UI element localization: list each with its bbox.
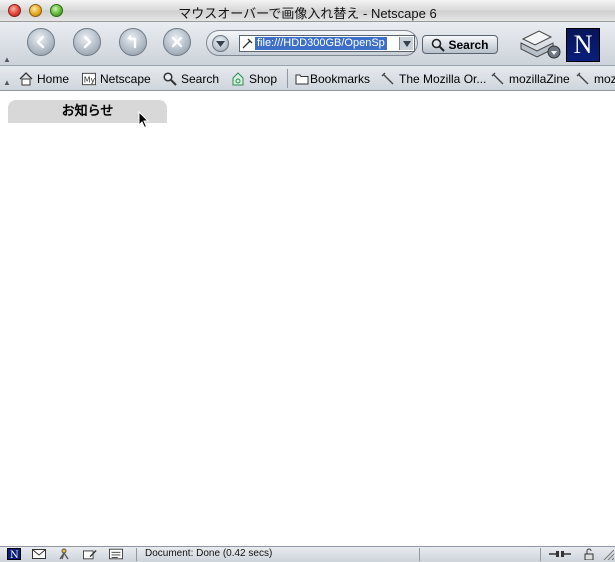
stop-button[interactable]: [163, 28, 191, 56]
instant-messenger-icon[interactable]: [57, 548, 71, 560]
svg-text:N: N: [10, 550, 19, 560]
search-icon: [163, 71, 177, 86]
bookmark-icon: [381, 72, 395, 86]
page-content: お知らせ: [0, 91, 615, 546]
personal-item-label: The Mozilla Or...: [399, 71, 487, 86]
reload-icon: [127, 35, 137, 49]
mail-icon[interactable]: [32, 548, 46, 560]
personal-item-shop[interactable]: Shop: [231, 70, 277, 87]
reload-button[interactable]: [119, 28, 147, 56]
personal-item-label: Home: [37, 71, 70, 86]
personal-toolbar: ▲ Home My Netscape Search Shop Bookmarks: [0, 66, 615, 91]
svg-text:My: My: [84, 75, 96, 84]
personal-item-label: Search: [181, 71, 220, 86]
netscape-logo[interactable]: N: [566, 28, 600, 62]
toolbar-grip-icon[interactable]: ▲: [3, 79, 11, 87]
search-button-label: Search: [448, 37, 489, 52]
search-button[interactable]: Search: [422, 35, 498, 54]
page-link-icon: [242, 38, 253, 49]
personal-item-label: mozillaZine: [509, 71, 570, 86]
mouse-cursor-icon: [138, 111, 150, 129]
window-title: マウスオーバーで画像入れ替え - Netscape 6: [178, 6, 437, 21]
netscape-n-icon[interactable]: N: [7, 548, 21, 560]
composer-icon[interactable]: [83, 548, 97, 560]
personal-item-mozilla-org[interactable]: The Mozilla Or...: [381, 70, 486, 87]
status-text: Document: Done (0.42 secs): [145, 548, 273, 559]
url-dropdown-button[interactable]: [399, 37, 413, 50]
personal-item-overflow[interactable]: moz: [576, 70, 615, 87]
shop-icon: [231, 71, 245, 86]
my-netscape-icon: My: [82, 72, 96, 86]
forward-button[interactable]: [73, 28, 101, 56]
personal-item-mozillazine[interactable]: mozillaZine: [491, 70, 570, 87]
status-bar: N Document: Done (0.42 secs): [0, 546, 615, 562]
title-bar: マウスオーバーで画像入れ替え - Netscape 6: [0, 0, 615, 22]
url-bar: file:///HDD300GB/OpenSp: [206, 30, 418, 56]
url-value: file:///HDD300GB/OpenSp: [255, 37, 387, 50]
stop-icon: [171, 36, 183, 48]
navigation-toolbar: ▲ file:///HDD300GB/OpenSp Search N: [0, 22, 615, 66]
status-divider: [540, 548, 541, 561]
personal-item-label: Bookmarks: [310, 71, 371, 86]
chevron-down-icon: [402, 40, 411, 47]
personal-item-netscape[interactable]: My Netscape: [82, 70, 151, 87]
resize-grip-icon[interactable]: [600, 548, 614, 560]
home-icon: [19, 71, 33, 86]
address-book-icon[interactable]: [109, 548, 123, 560]
status-divider: [136, 548, 137, 561]
bookmark-icon: [576, 72, 590, 86]
magnifier-icon: [432, 38, 446, 52]
online-connection-icon[interactable]: [548, 548, 572, 560]
toolbar-divider: [287, 69, 288, 88]
personal-item-search[interactable]: Search: [163, 70, 219, 87]
url-input[interactable]: file:///HDD300GB/OpenSp: [239, 35, 415, 52]
back-button[interactable]: [27, 28, 55, 56]
toolbar-grip-icon[interactable]: ▲: [3, 56, 11, 64]
folder-icon: [295, 72, 309, 86]
chevron-down-icon: [216, 40, 225, 47]
back-arrow-icon: [36, 35, 45, 49]
url-history-button[interactable]: [212, 35, 229, 52]
status-divider: [419, 548, 420, 561]
forward-arrow-icon: [83, 35, 92, 49]
personal-item-label: Netscape: [100, 71, 151, 86]
print-icon[interactable]: [517, 27, 561, 61]
personal-item-bookmarks[interactable]: Bookmarks: [295, 70, 370, 87]
personal-item-home[interactable]: Home: [19, 70, 69, 87]
personal-item-label: moz: [594, 71, 615, 86]
personal-item-label: Shop: [249, 71, 278, 86]
bookmark-icon: [491, 72, 505, 86]
security-lock-icon[interactable]: [582, 548, 596, 560]
